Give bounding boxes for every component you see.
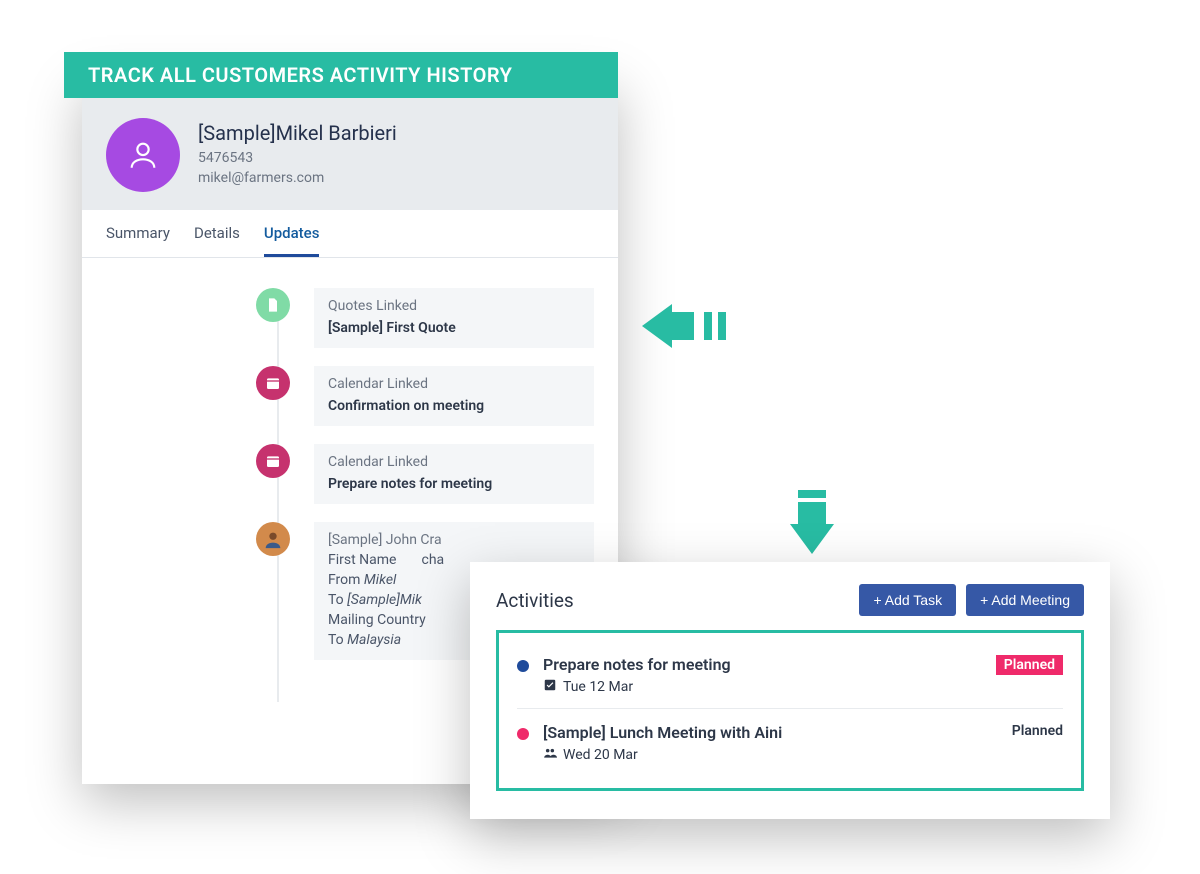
calendar-icon — [256, 444, 290, 478]
change-field: First Name — [328, 552, 418, 568]
calendar-icon — [256, 366, 290, 400]
activities-list: Prepare notes for meeting Tue 12 Mar Pla… — [496, 630, 1084, 791]
change-from: Mikel — [364, 572, 396, 588]
timeline-card[interactable]: Calendar Linked Prepare notes for meetin… — [314, 444, 594, 504]
timeline-row: Quotes Linked [Sample] First Quote — [106, 288, 594, 348]
avatar-icon — [256, 522, 290, 556]
timeline-line — [277, 298, 279, 702]
timeline-linked: Linked — [387, 376, 428, 392]
activity-item[interactable]: [Sample] Lunch Meeting with Aini Wed 20 … — [517, 708, 1063, 772]
check-icon — [543, 678, 557, 696]
timeline-type: Calendar — [328, 454, 384, 470]
pointer-arrow-down-icon — [790, 490, 834, 554]
tabs: Summary Details Updates — [82, 210, 618, 258]
activity-bullet — [517, 660, 529, 672]
banner-title: TRACK ALL CUSTOMERS ACTIVITY HISTORY — [64, 52, 618, 98]
customer-email: mikel@farmers.com — [198, 169, 397, 189]
tab-updates[interactable]: Updates — [264, 224, 320, 257]
avatar-icon — [106, 118, 180, 192]
timeline-type: Quotes — [328, 298, 373, 314]
status-badge: Planned — [996, 655, 1063, 675]
activity-bullet — [517, 728, 529, 740]
timeline-card[interactable]: Calendar Linked Confirmation on meeting — [314, 366, 594, 426]
status-badge: Planned — [1012, 723, 1063, 739]
customer-header: [Sample]Mikel Barbieri 5476543 mikel@far… — [82, 98, 618, 210]
customer-name: [Sample]Mikel Barbieri — [198, 121, 397, 145]
timeline-title: Confirmation on meeting — [328, 398, 580, 414]
to-label: To — [328, 592, 344, 608]
timeline-row: Calendar Linked Confirmation on meeting — [106, 366, 594, 426]
timeline-title: Prepare notes for meeting — [328, 476, 580, 492]
activity-date: Tue 12 Mar — [563, 679, 633, 695]
tab-summary[interactable]: Summary — [106, 224, 170, 257]
add-task-button[interactable]: + Add Task — [859, 584, 956, 616]
change-field: Mailing Country — [328, 612, 426, 628]
timeline-row: Calendar Linked Prepare notes for meetin… — [106, 444, 594, 504]
to-label: To — [328, 632, 344, 648]
activities-card: Activities + Add Task + Add Meeting Prep… — [470, 562, 1110, 819]
timeline-title: [Sample] First Quote — [328, 320, 580, 336]
timeline-linked: Linked — [387, 454, 428, 470]
timeline-card[interactable]: Quotes Linked [Sample] First Quote — [314, 288, 594, 348]
activities-title: Activities — [496, 589, 574, 612]
from-label: From — [328, 572, 360, 588]
timeline-type: [Sample] John Cra — [328, 532, 580, 548]
timeline-linked: Linked — [376, 298, 417, 314]
activity-name: [Sample] Lunch Meeting with Aini — [543, 723, 998, 742]
timeline-type: Calendar — [328, 376, 384, 392]
change-action: cha — [421, 552, 444, 568]
file-icon — [256, 288, 290, 322]
pointer-arrow-left-icon — [642, 304, 726, 348]
activity-item[interactable]: Prepare notes for meeting Tue 12 Mar Pla… — [517, 647, 1063, 704]
add-meeting-button[interactable]: + Add Meeting — [966, 584, 1084, 616]
tab-details[interactable]: Details — [194, 224, 240, 257]
activity-name: Prepare notes for meeting — [543, 655, 982, 674]
activity-date: Wed 20 Mar — [563, 747, 638, 763]
customer-id: 5476543 — [198, 149, 397, 169]
change-to: [Sample]Mik — [347, 592, 422, 608]
change-to: Malaysia — [347, 632, 401, 648]
people-icon — [543, 746, 557, 764]
